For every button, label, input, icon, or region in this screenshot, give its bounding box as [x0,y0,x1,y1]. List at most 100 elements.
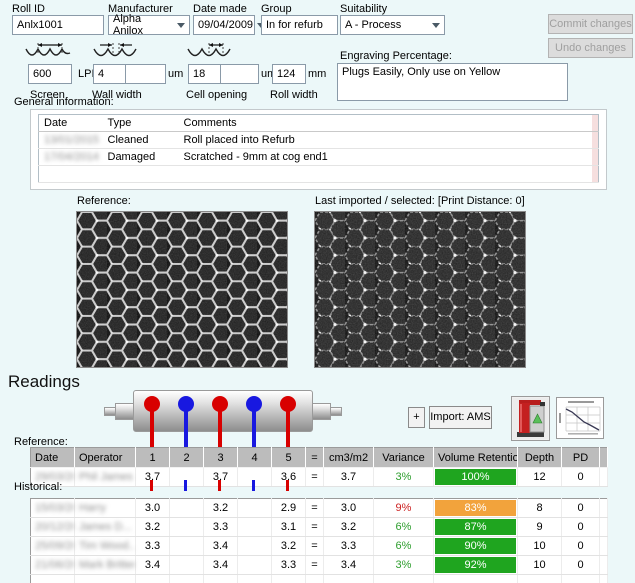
cell-r2 [169,536,204,556]
table-row[interactable]: 15/03/2015 Harry 3.0 3.2 2.9 = 3.0 9% 83… [30,498,608,518]
mini-chart-icon [558,399,602,437]
cell-r4 [237,555,272,575]
cell-filler [599,536,608,556]
table-row[interactable]: 29/03/2014 Phil James 3.7 3.7 3.6 = 3.7 … [30,467,608,487]
cell-retention: 87% [433,517,518,537]
cell-opening-input[interactable] [188,64,221,84]
table-header-row: Date Type Comments [38,114,599,132]
table-row[interactable]: 25/09/2014 Tim Wood... 3.3 3.4 3.2 = 3.3… [30,536,608,556]
gi-col-comments: Comments [178,114,592,132]
probe-pin-stem [184,410,188,448]
add-reading-button[interactable]: + [408,407,425,428]
cell-operator: Harry [74,498,136,518]
cell-operator: Phil James [74,467,136,487]
undo-changes-button[interactable]: Undo changes [548,38,633,58]
general-information-table[interactable]: Date Type Comments 13/01/2015 Cleaned Ro… [38,114,599,183]
engraving-percentage-textarea[interactable]: Plugs Easily, Only use on Yellow [337,63,568,101]
cell-filler [599,498,608,518]
gi-type: Cleaned [102,131,179,149]
roller-stub-left [115,403,134,420]
reference-cell-image [76,211,288,368]
cell-retention: 83% [433,498,518,518]
chevron-down-icon [177,22,185,28]
col-filler [599,447,608,468]
suitability-value: A - Process [345,19,402,31]
cell-depth: 10 [517,536,562,556]
cell-pd: 0 [561,467,600,487]
cell-r3: 3.2 [203,498,238,518]
cell-r2 [169,517,204,537]
cell-cm3: 3.7 [323,467,374,487]
probe-pin-stem [150,410,154,448]
cell-r1: 3.3 [135,536,170,556]
roller-stub-right [312,403,331,420]
gi-date: 13/01/2015 [38,131,103,149]
wall-width-unit: um [168,68,184,80]
cell-variance: 6% [373,536,434,556]
group-input[interactable] [261,15,338,35]
cell-date: 25/09/2014 [30,536,75,556]
ams-device-icon [513,398,548,439]
cell-date: 20/12/2014 [30,517,75,537]
wall-width-input[interactable] [93,64,126,84]
gi-comments: Roll placed into Refurb [178,131,592,149]
cell-retention: 100% [433,467,518,487]
table-row[interactable]: 21/06/2014 Mark Britten 3.4 3.4 3.3 = 3.… [30,555,608,575]
cell-eq: = [305,536,324,556]
cell-retention: 92% [433,555,518,575]
probe-tick [150,480,153,491]
manufacturer-value: Alpha Anilox [113,13,143,37]
cell-eq: = [305,517,324,537]
cell-eq: = [305,555,324,575]
roll-width-input[interactable] [272,64,306,84]
retention-badge: 90% [435,538,516,554]
col-pd: PD [561,447,600,468]
cell-retention: 90% [433,536,518,556]
cell-opening-input-2[interactable] [220,64,259,84]
retention-graph-button[interactable] [556,397,604,439]
roll-id-label: Roll ID [12,3,46,15]
chevron-down-icon [432,22,440,28]
cell-cm3: 3.3 [323,536,374,556]
anilox-roll-manager-window: Roll ID Manufacturer Alpha Anilox Date m… [0,0,635,583]
table-row[interactable]: 13/01/2015 Cleaned Roll placed into Refu… [38,131,599,149]
screen-input[interactable] [28,64,72,84]
retention-badge: 100% [435,469,516,485]
col-4: 4 [237,447,272,468]
col-depth: Depth [517,447,562,468]
retention-badge: 83% [435,500,516,516]
gi-col-type: Type [102,114,179,132]
cell-r3: 3.4 [203,536,238,556]
cell-filler [599,555,608,575]
probe-tick [286,480,289,491]
date-made-select[interactable]: 09/04/2009 [193,15,266,35]
gi-side-strip [591,148,599,166]
cell-r5: 3.3 [271,555,306,575]
col-date: Date [30,447,75,468]
table-row[interactable]: 20/12/2014 James D... 3.2 3.3 3.1 = 3.2 … [30,517,608,537]
manufacturer-select[interactable]: Alpha Anilox [108,13,190,37]
cell-variance: 6% [373,517,434,537]
general-information-label: General information: [14,96,114,108]
cell-depth: 10 [517,555,562,575]
import-ams-button[interactable]: Import: AMS [429,406,492,429]
cell-r2 [169,555,204,575]
historical-readings-table[interactable]: 15/03/2015 Harry 3.0 3.2 2.9 = 3.0 9% 83… [30,498,608,583]
engraving-percentage-label: Engraving Percentage: [340,50,452,62]
commit-changes-button[interactable]: Commit changes [548,14,633,34]
roll-width-caption: Roll width [270,89,318,101]
ams-device-button[interactable] [511,396,550,441]
cell-eq: = [305,498,324,518]
col-volume-retention: Volume Retention [433,447,518,468]
cell-pd: 0 [561,536,600,556]
suitability-select[interactable]: A - Process [340,15,445,35]
table-row[interactable]: 17/04/2014 Damaged Scratched - 9mm at co… [38,148,599,166]
roll-id-input[interactable] [12,15,104,35]
cell-operator: Mark Britten [74,555,136,575]
gi-side-strip [591,131,599,149]
retention-badge: 92% [435,557,516,573]
wall-width-input-2[interactable] [125,64,166,84]
reference-readings-table[interactable]: Date Operator 1 2 3 4 5 = cm3/m2 Varianc… [30,447,608,487]
cell-variance: 3% [373,555,434,575]
cell-r2 [169,498,204,518]
